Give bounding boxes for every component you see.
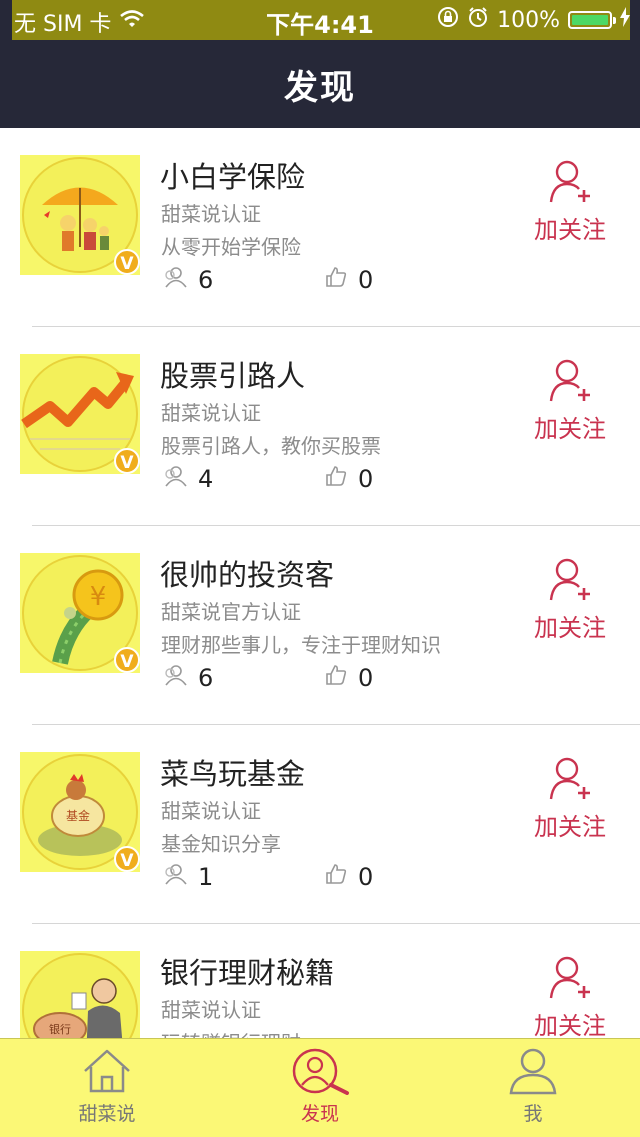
svg-text:¥: ¥ [90, 582, 107, 612]
item-name[interactable]: 很帅的投资客 [160, 552, 334, 594]
item-auth: 甜菜说认证 [161, 401, 261, 425]
thumbs-up-icon [324, 464, 348, 494]
follow-button[interactable]: 加关注 [528, 755, 612, 842]
followers-icon [162, 862, 188, 892]
item-desc: 从零开始学保险 [161, 235, 301, 259]
fans-stat: 6 [162, 265, 213, 295]
add-user-icon [549, 757, 590, 800]
item-desc: 基金知识分享 [161, 832, 281, 856]
follow-button[interactable]: 加关注 [528, 556, 612, 643]
fans-count: 6 [198, 266, 214, 294]
followers-icon [162, 663, 188, 693]
home-icon [84, 1049, 130, 1093]
tab-home[interactable]: 甜菜说 [37, 1047, 177, 1126]
item-name[interactable]: 小白学保险 [160, 154, 305, 196]
thumbs-up-icon [324, 663, 348, 693]
likes-count: 0 [358, 863, 374, 891]
discover-icon [292, 1048, 349, 1095]
fans-stat: 1 [162, 862, 213, 892]
status-bar: 无 SIM 卡 下午4:41 100% [0, 0, 640, 40]
thumbs-up-icon [324, 265, 348, 295]
nav-bar: 发现 [0, 40, 640, 128]
avatar[interactable]: 银行 [20, 951, 140, 1038]
list-item[interactable]: ¥ V 很帅的投资客 甜菜说官方认证 理财那些事儿，专注于理财知识 6 0 加关… [0, 526, 640, 725]
item-name[interactable]: 股票引路人 [160, 353, 305, 395]
status-bar-right: 100% [437, 6, 630, 34]
thumbs-up-icon [324, 862, 348, 892]
follow-label: 加关注 [534, 1012, 606, 1038]
fund-sign-text: 基金 [66, 808, 90, 823]
likes-count: 0 [358, 465, 374, 493]
item-name[interactable]: 银行理财秘籍 [160, 950, 334, 992]
profile-icon [509, 1048, 557, 1095]
orientation-lock-icon [437, 6, 459, 34]
battery-percent: 100% [497, 7, 560, 33]
fans-count: 4 [198, 465, 214, 493]
likes-stat: 0 [324, 862, 373, 892]
likes-stat: 0 [324, 464, 373, 494]
follow-button[interactable]: 加关注 [528, 158, 612, 245]
list-item[interactable]: V 小白学保险 甜菜说认证 从零开始学保险 6 0 加关注 [0, 128, 640, 327]
list-item[interactable]: 基金 V 菜鸟玩基金 甜菜说认证 基金知识分享 1 0 加关注 [0, 725, 640, 924]
verified-badge: V [114, 448, 140, 474]
follow-label: 加关注 [534, 216, 606, 244]
bank-piggy-icon: 银行 [22, 953, 138, 1038]
follow-label: 加关注 [534, 614, 606, 642]
bank-sign-text: 银行 [49, 1022, 71, 1036]
add-user-icon [549, 558, 590, 601]
charging-icon [620, 7, 630, 33]
follow-label: 加关注 [534, 813, 606, 841]
verified-badge: V [114, 249, 140, 275]
item-name[interactable]: 菜鸟玩基金 [160, 751, 305, 793]
item-desc: 理财那些事儿，专注于理财知识 [161, 633, 441, 657]
likes-stat: 0 [324, 663, 373, 693]
fans-stat: 6 [162, 663, 213, 693]
followers-icon [162, 265, 188, 295]
item-desc: 股票引路人，教你买股票 [161, 434, 381, 458]
list-item[interactable]: 银行 银行理财秘籍 甜菜说认证 玩转赚银行理财 加关注 [0, 924, 640, 1038]
tab-home-label: 甜菜说 [78, 1103, 136, 1125]
fans-count: 6 [198, 664, 214, 692]
item-auth: 甜菜说认证 [161, 799, 261, 823]
alarm-icon [467, 6, 489, 34]
page-title: 发现 [284, 68, 356, 108]
fans-count: 1 [198, 863, 214, 891]
tab-bar: 甜菜说 发现 我 [0, 1038, 640, 1137]
add-user-icon [549, 160, 590, 203]
fans-stat: 4 [162, 464, 213, 494]
follow-label: 加关注 [534, 415, 606, 443]
follow-button[interactable]: 加关注 [528, 954, 612, 1038]
list-item[interactable]: V 股票引路人 甜菜说认证 股票引路人，教你买股票 4 0 加关注 [0, 327, 640, 526]
add-user-icon [549, 956, 590, 999]
add-user-icon [549, 359, 590, 402]
tab-discover-label: 发现 [300, 1103, 339, 1125]
followers-icon [162, 464, 188, 494]
likes-stat: 0 [324, 265, 373, 295]
item-desc: 玩转赚银行理财 [161, 1027, 301, 1038]
verified-badge: V [114, 846, 140, 872]
verified-badge: V [114, 647, 140, 673]
likes-count: 0 [358, 664, 374, 692]
follow-button[interactable]: 加关注 [528, 357, 612, 444]
tab-discover[interactable]: 发现 [250, 1047, 390, 1126]
item-auth: 甜菜说认证 [161, 998, 261, 1022]
discover-list[interactable]: V 小白学保险 甜菜说认证 从零开始学保险 6 0 加关注 V 股票引路人 甜菜… [0, 128, 640, 1038]
likes-count: 0 [358, 266, 374, 294]
tab-me-label: 我 [523, 1103, 543, 1125]
battery-icon [568, 11, 616, 29]
item-auth: 甜菜说官方认证 [161, 600, 301, 624]
tab-me[interactable]: 我 [463, 1047, 603, 1126]
item-auth: 甜菜说认证 [161, 202, 261, 226]
